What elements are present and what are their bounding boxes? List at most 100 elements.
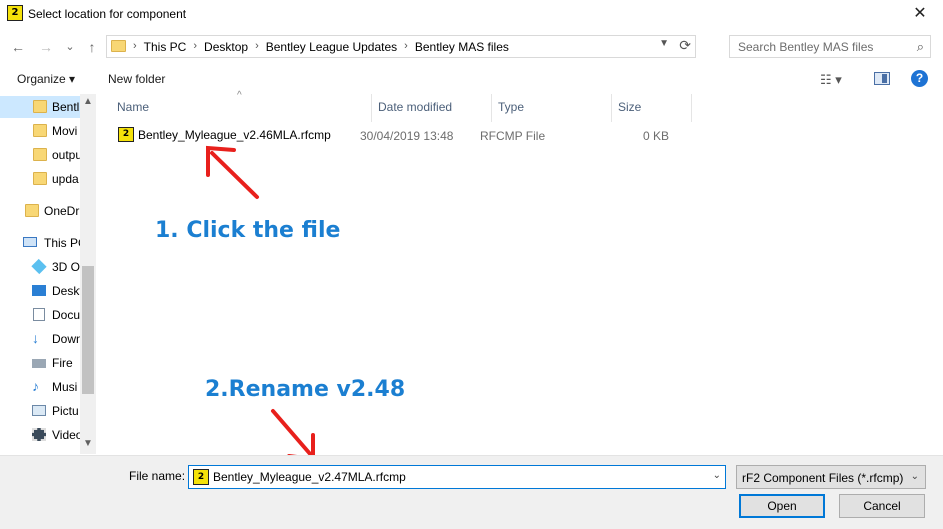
folder-icon <box>111 40 126 52</box>
sidebar-item-videos[interactable]: Video <box>0 424 80 446</box>
sidebar-item-onedrive[interactable]: OneDr <box>0 200 80 222</box>
recent-locations-button[interactable]: ⌄ <box>60 36 80 58</box>
close-icon: ✕ <box>913 5 927 22</box>
column-divider[interactable] <box>611 94 612 122</box>
change-view-icon[interactable]: ☷ ▾ <box>820 72 842 88</box>
sidebar-item-updates[interactable]: upda <box>0 168 80 190</box>
organize-button[interactable]: Organize ▾ <box>17 72 75 86</box>
rfcmp-file-icon: 2 <box>118 127 134 142</box>
command-bar: Organize ▾ New folder ☷ ▾ ? <box>0 66 943 92</box>
file-name-label: File name: <box>129 469 186 483</box>
back-button[interactable]: ← <box>8 36 28 58</box>
dialog-footer: File name: 2 ⌄ rF2 Component Files (*.rf… <box>0 455 943 529</box>
sidebar-item-output[interactable]: outpu <box>0 144 80 166</box>
sidebar-item-label: 3D O <box>52 260 80 274</box>
annotation-step-1: 1. Click the file <box>155 218 341 243</box>
annotation-step-2: 2.Rename v2.48 <box>205 377 406 402</box>
computer-icon <box>23 237 37 247</box>
documents-icon <box>33 308 45 321</box>
downloads-icon: ↓ <box>32 330 39 346</box>
sidebar-item-bentley[interactable]: Bentl <box>0 96 80 118</box>
sidebar-item-music[interactable]: ♪ Musi <box>0 376 80 398</box>
column-divider[interactable] <box>371 94 372 122</box>
sidebar-scrollbar[interactable]: ▲ ▼ <box>80 94 96 454</box>
chevron-down-icon: ⌄ <box>65 41 75 53</box>
sidebar-item-label: OneDr <box>44 204 80 218</box>
chevron-down-icon[interactable]: ⌄ <box>713 470 721 481</box>
file-type: RFCMP File <box>480 129 546 143</box>
refresh-icon[interactable]: ⟳ <box>679 37 691 54</box>
sidebar-item-label: Video <box>52 428 80 442</box>
breadcrumb-separator[interactable]: › <box>193 40 197 54</box>
sidebar-item-documents[interactable]: Docu <box>0 304 80 326</box>
sidebar-item-desktop[interactable]: Deskt <box>0 280 80 302</box>
sidebar-item-label: Deskt <box>52 284 80 298</box>
file-date-modified: 30/04/2019 13:48 <box>360 129 454 143</box>
file-name[interactable]: Bentley_Myleague_v2.46MLA.rfcmp <box>138 128 331 142</box>
back-arrow-icon: ← <box>11 39 25 55</box>
breadcrumb-separator: › <box>133 40 137 52</box>
navigation-pane: Bentl Movi outpu upda OneDr This PC 3D O <box>0 94 96 454</box>
sidebar-item-movies[interactable]: Movi <box>0 120 80 142</box>
file-name-input[interactable] <box>213 469 693 485</box>
help-icon[interactable]: ? <box>911 70 928 87</box>
breadcrumb-desktop[interactable]: Desktop <box>204 40 248 54</box>
sidebar-item-label: Down <box>52 332 80 346</box>
address-dropdown-icon[interactable]: ▼ <box>659 38 669 49</box>
column-header-date-modified[interactable]: Date modified <box>378 100 452 114</box>
chevron-down-icon[interactable]: ⌄ <box>911 471 919 482</box>
sidebar-item-fire[interactable]: Fire <box>0 352 80 374</box>
sidebar-item-label: This PC <box>44 236 80 250</box>
sidebar-item-3d-objects[interactable]: 3D O <box>0 256 80 278</box>
app-icon: 2 <box>7 5 23 21</box>
breadcrumb-bentley-league-updates[interactable]: Bentley League Updates <box>266 40 397 54</box>
column-header-size[interactable]: Size <box>618 100 641 114</box>
sidebar-item-label: Pictu <box>52 404 79 418</box>
sidebar-item-label: Docu <box>52 308 80 322</box>
forward-button[interactable]: → <box>36 36 56 58</box>
address-bar[interactable]: › This PC › Desktop › Bentley League Upd… <box>106 35 696 58</box>
breadcrumb-separator[interactable]: › <box>404 40 408 54</box>
file-row[interactable]: 2 Bentley_Myleague_v2.46MLA.rfcmp 30/04/… <box>114 124 694 146</box>
sidebar-item-downloads[interactable]: ↓ Down <box>0 328 80 350</box>
scrollbar-thumb[interactable] <box>82 266 94 394</box>
column-divider[interactable] <box>691 94 692 122</box>
sidebar-item-label: Musi <box>52 380 78 394</box>
search-input[interactable] <box>738 39 908 55</box>
open-button[interactable]: Open <box>739 494 825 518</box>
preview-pane-icon[interactable] <box>874 72 890 85</box>
rfcmp-file-icon: 2 <box>193 469 209 485</box>
close-button[interactable]: ✕ <box>897 0 943 30</box>
scroll-down-icon[interactable]: ▼ <box>83 438 93 449</box>
folder-icon <box>33 172 47 185</box>
sidebar-item-label: Fire <box>52 356 73 370</box>
3d-objects-icon <box>31 258 47 275</box>
breadcrumb-this-pc[interactable]: This PC <box>144 40 187 54</box>
file-name-combobox[interactable]: 2 ⌄ <box>188 465 726 489</box>
breadcrumb-separator[interactable]: › <box>255 40 259 54</box>
navigation-bar: ← → ⌄ ↑ › This PC › Desktop › Bentley Le… <box>0 34 943 60</box>
column-header-type[interactable]: Type <box>498 100 524 114</box>
file-type-value: rF2 Component Files (*.rfcmp) <box>742 471 904 485</box>
column-divider[interactable] <box>491 94 492 122</box>
sidebar-item-this-pc[interactable]: This PC <box>0 232 80 254</box>
sidebar-item-pictures[interactable]: Pictu <box>0 400 80 422</box>
file-type-select[interactable]: rF2 Component Files (*.rfcmp) ⌄ <box>736 465 926 489</box>
breadcrumb-bentley-mas-files[interactable]: Bentley MAS files <box>415 40 509 54</box>
search-icon[interactable]: ⌕ <box>917 39 924 55</box>
sidebar-item-label: Movi <box>52 124 78 138</box>
file-size: 0 KB <box>643 129 670 143</box>
sidebar-item-label: outpu <box>52 148 80 162</box>
column-header-name[interactable]: Name <box>117 100 149 114</box>
folder-icon <box>25 204 39 217</box>
new-folder-button[interactable]: New folder <box>108 72 165 86</box>
up-button[interactable]: ↑ <box>82 36 102 58</box>
folder-icon <box>33 124 47 137</box>
search-box[interactable]: ⌕ <box>729 35 931 58</box>
cancel-button[interactable]: Cancel <box>839 494 925 518</box>
sort-ascending-icon: ^ <box>237 90 242 101</box>
sidebar-item-label: Bentl <box>52 100 80 114</box>
sidebar-item-label: upda <box>52 172 79 186</box>
forward-arrow-icon: → <box>39 39 53 55</box>
scroll-up-icon[interactable]: ▲ <box>83 96 93 107</box>
